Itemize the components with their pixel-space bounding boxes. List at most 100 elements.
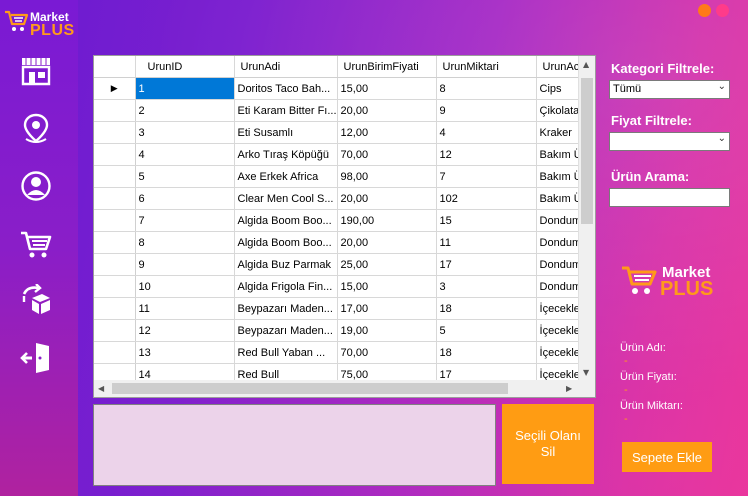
table-cell[interactable]: 15,00 xyxy=(337,275,437,298)
table-cell[interactable]: Algida Buz Parmak xyxy=(234,253,338,276)
minimize-button[interactable] xyxy=(698,4,711,17)
table-cell[interactable]: 7 xyxy=(436,165,537,188)
table-cell[interactable]: 25,00 xyxy=(337,253,437,276)
table-cell[interactable]: İçecekle xyxy=(536,319,583,342)
table-cell[interactable]: 15,00 xyxy=(337,77,437,100)
horizontal-scrollbar[interactable]: ◀ ▶ xyxy=(94,380,579,397)
scroll-right-arrow-icon[interactable]: ▶ xyxy=(566,384,572,393)
return-box-icon[interactable] xyxy=(20,283,52,316)
chevron-down-icon[interactable]: ⌄ xyxy=(718,133,726,144)
table-row[interactable]: 7 Algida Boom Boo... 190,00 15 Dondum xyxy=(94,209,587,232)
table-cell[interactable]: 19,00 xyxy=(337,319,437,342)
table-cell[interactable]: Dondum xyxy=(536,231,583,254)
table-cell[interactable]: Dondum xyxy=(536,253,583,276)
table-cell[interactable]: 3 xyxy=(436,275,537,298)
category-filter-select[interactable]: Tümü ⌄ xyxy=(609,80,730,99)
table-cell[interactable]: Eti Karam Bitter Fı... xyxy=(234,99,338,122)
table-row[interactable]: 8 Algida Boom Boo... 20,00 11 Dondum xyxy=(94,231,587,254)
table-cell[interactable]: Doritos Taco Bah... xyxy=(234,77,338,100)
row-header[interactable] xyxy=(94,143,136,166)
table-row[interactable]: 9 Algida Buz Parmak 25,00 17 Dondum xyxy=(94,253,587,276)
table-cell[interactable]: 10 xyxy=(135,275,235,298)
logout-icon[interactable] xyxy=(20,341,52,373)
price-filter-select[interactable]: ⌄ xyxy=(609,132,730,151)
row-header[interactable] xyxy=(94,209,136,232)
table-cell[interactable]: 5 xyxy=(436,319,537,342)
vertical-scrollbar[interactable]: ▲ xyxy=(578,56,595,380)
table-row[interactable]: 2 Eti Karam Bitter Fı... 20,00 9 Çikolata xyxy=(94,99,587,122)
row-header[interactable] xyxy=(94,253,136,276)
table-cell[interactable]: 12,00 xyxy=(337,121,437,144)
table-cell[interactable]: 20,00 xyxy=(337,187,437,210)
table-cell[interactable]: Kraker xyxy=(536,121,583,144)
table-cell[interactable]: 5 xyxy=(135,165,235,188)
table-cell[interactable]: 12 xyxy=(135,319,235,342)
row-header[interactable] xyxy=(94,99,136,122)
table-cell[interactable]: 70,00 xyxy=(337,143,437,166)
scroll-left-arrow-icon[interactable]: ◀ xyxy=(98,384,104,393)
scroll-down-arrow-icon[interactable]: ▼ xyxy=(583,368,589,377)
table-cell[interactable]: 9 xyxy=(135,253,235,276)
table-row[interactable]: 6 Clear Men Cool S... 20,00 102 Bakım Ü xyxy=(94,187,587,210)
table-cell[interactable]: 4 xyxy=(135,143,235,166)
column-header[interactable]: UrunBirimFiyati xyxy=(337,56,437,78)
table-row[interactable]: 13 Red Bull Yaban ... 70,00 18 İçecekle xyxy=(94,341,587,364)
table-row[interactable]: 5 Axe Erkek Africa 98,00 7 Bakım Ü xyxy=(94,165,587,188)
table-cell[interactable]: Bakım Ü xyxy=(536,143,583,166)
table-cell[interactable]: 6 xyxy=(135,187,235,210)
table-cell[interactable]: Algida Boom Boo... xyxy=(234,231,338,254)
table-cell[interactable]: 18 xyxy=(436,297,537,320)
table-cell[interactable]: Cips xyxy=(536,77,583,100)
table-cell[interactable]: 12 xyxy=(436,143,537,166)
row-header[interactable] xyxy=(94,121,136,144)
product-grid[interactable]: UrunID UrunAdi UrunBirimFiyati UrunMikta… xyxy=(93,55,596,398)
table-cell[interactable]: 4 xyxy=(436,121,537,144)
row-header[interactable]: ▶ xyxy=(94,77,136,100)
table-cell[interactable]: 17 xyxy=(436,253,537,276)
table-cell[interactable]: 9 xyxy=(436,99,537,122)
table-cell[interactable]: Eti Susamlı xyxy=(234,121,338,144)
table-cell[interactable]: İçecekle xyxy=(536,341,583,364)
table-cell[interactable]: Beypazarı Maden... xyxy=(234,297,338,320)
row-header[interactable] xyxy=(94,319,136,342)
table-cell[interactable]: 11 xyxy=(436,231,537,254)
column-header[interactable]: UrunID xyxy=(135,56,235,78)
table-cell[interactable]: Arko Tıraş Köpüğü xyxy=(234,143,338,166)
column-header[interactable]: UrunAdi xyxy=(234,56,338,78)
scroll-up-arrow-icon[interactable]: ▲ xyxy=(583,60,589,69)
row-header[interactable] xyxy=(94,297,136,320)
row-header[interactable] xyxy=(94,275,136,298)
product-search-input[interactable] xyxy=(609,188,730,207)
delete-selected-button[interactable]: Seçili Olanı Sil xyxy=(502,404,594,484)
table-cell[interactable]: 18 xyxy=(436,341,537,364)
close-button[interactable] xyxy=(716,4,729,17)
table-cell[interactable]: 20,00 xyxy=(337,231,437,254)
row-header[interactable] xyxy=(94,187,136,210)
table-cell[interactable]: 190,00 xyxy=(337,209,437,232)
vertical-scroll-thumb[interactable] xyxy=(581,78,593,224)
table-cell[interactable]: Bakım Ü xyxy=(536,187,583,210)
chevron-down-icon[interactable]: ⌄ xyxy=(718,81,726,92)
table-row[interactable]: 3 Eti Susamlı 12,00 4 Kraker xyxy=(94,121,587,144)
table-cell[interactable]: 3 xyxy=(135,121,235,144)
row-header[interactable] xyxy=(94,165,136,188)
location-pin-icon[interactable] xyxy=(20,113,52,145)
table-cell[interactable]: Axe Erkek Africa xyxy=(234,165,338,188)
column-header[interactable]: UrunMiktari xyxy=(436,56,537,78)
table-cell[interactable]: Beypazarı Maden... xyxy=(234,319,338,342)
table-cell[interactable]: İçecekle xyxy=(536,297,583,320)
table-cell[interactable]: Bakım Ü xyxy=(536,165,583,188)
table-cell[interactable]: 8 xyxy=(436,77,537,100)
table-row[interactable]: ▶ 1 Doritos Taco Bah... 15,00 8 Cips xyxy=(94,77,587,100)
user-icon[interactable] xyxy=(20,170,52,202)
table-row[interactable]: 11 Beypazarı Maden... 17,00 18 İçecekle xyxy=(94,297,587,320)
table-cell[interactable]: 15 xyxy=(436,209,537,232)
table-cell[interactable]: 7 xyxy=(135,209,235,232)
table-cell[interactable]: Algida Frigola Fin... xyxy=(234,275,338,298)
horizontal-scroll-thumb[interactable] xyxy=(112,383,508,394)
table-cell[interactable]: 102 xyxy=(436,187,537,210)
table-cell[interactable]: 11 xyxy=(135,297,235,320)
table-cell[interactable]: Çikolata xyxy=(536,99,583,122)
table-row[interactable]: 12 Beypazarı Maden... 19,00 5 İçecekle xyxy=(94,319,587,342)
table-cell[interactable]: 2 xyxy=(135,99,235,122)
